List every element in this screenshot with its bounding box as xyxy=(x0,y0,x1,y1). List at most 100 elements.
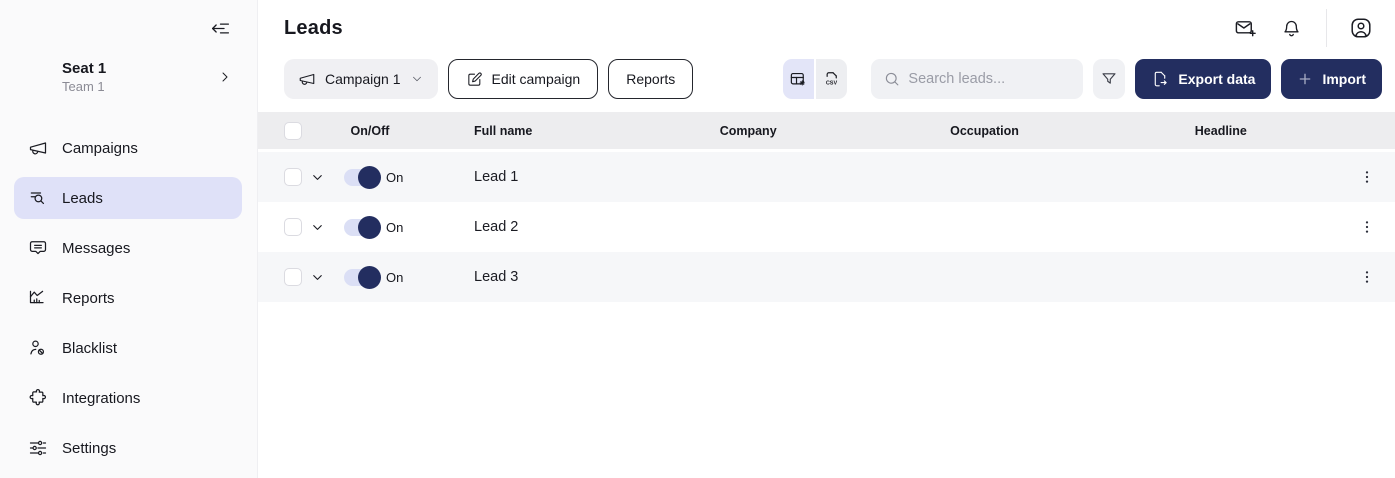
puzzle-icon xyxy=(28,388,48,408)
sidebar: Seat 1 Team 1 Campaigns Leads Messages xyxy=(0,0,258,478)
search-container xyxy=(871,59,1083,99)
edit-campaign-label: Edit campaign xyxy=(492,71,581,87)
lead-toggle[interactable] xyxy=(344,169,378,186)
table-header-row: On/Off Full name Company Occupation Head… xyxy=(258,112,1395,149)
sidebar-item-label: Messages xyxy=(62,240,130,257)
header-divider xyxy=(1326,9,1327,47)
import-button[interactable]: Import xyxy=(1281,59,1382,99)
plus-icon xyxy=(1297,71,1313,87)
import-label: Import xyxy=(1322,71,1366,87)
table-view-button[interactable] xyxy=(783,59,814,99)
filter-button[interactable] xyxy=(1093,59,1125,99)
search-input[interactable] xyxy=(871,59,1083,99)
lead-toggle[interactable] xyxy=(344,269,378,286)
sidebar-item-label: Integrations xyxy=(62,390,140,407)
view-switcher: CSV xyxy=(783,59,847,99)
export-data-label: Export data xyxy=(1178,71,1255,87)
reports-button-label: Reports xyxy=(626,71,675,87)
toggle-state-label: On xyxy=(386,170,403,185)
invite-button[interactable] xyxy=(1228,11,1263,46)
sidebar-item-label: Reports xyxy=(62,290,115,307)
column-header-headline: Headline xyxy=(1103,124,1339,138)
sidebar-nav: Campaigns Leads Messages Reports Blackli… xyxy=(0,127,257,469)
expand-row-button[interactable] xyxy=(308,218,327,237)
top-header: Leads xyxy=(258,0,1395,56)
row-checkbox[interactable] xyxy=(284,168,302,186)
chevron-down-icon xyxy=(410,72,424,86)
csv-text: CSV xyxy=(826,80,838,86)
avatar-icon xyxy=(1349,16,1373,40)
sidebar-item-integrations[interactable]: Integrations xyxy=(14,377,242,419)
table-body: On Lead 1 xyxy=(258,152,1395,302)
toggle-state-label: On xyxy=(386,220,403,235)
sidebar-item-settings[interactable]: Settings xyxy=(14,427,242,469)
toolbar: Campaign 1 Edit campaign Reports CSV xyxy=(258,56,1395,99)
table-row: On Lead 1 xyxy=(258,152,1395,202)
chevron-down-icon xyxy=(310,170,325,185)
select-all-checkbox[interactable] xyxy=(284,122,302,140)
csv-view-button[interactable]: CSV xyxy=(816,59,847,99)
collapse-sidebar-button[interactable] xyxy=(208,16,233,41)
table-row: On Lead 3 xyxy=(258,252,1395,302)
megaphone-icon xyxy=(28,138,48,158)
leads-search-icon xyxy=(28,188,48,208)
sidebar-item-blacklist[interactable]: Blacklist xyxy=(14,327,242,369)
column-header-full-name: Full name xyxy=(410,124,630,138)
export-file-icon xyxy=(1151,70,1169,88)
sidebar-item-label: Settings xyxy=(62,440,116,457)
sidebar-item-label: Leads xyxy=(62,190,103,207)
csv-file-icon: CSV xyxy=(822,70,841,89)
seat-selector[interactable]: Seat 1 Team 1 xyxy=(0,55,257,99)
toggle-state-label: On xyxy=(386,270,403,285)
sidebar-item-label: Blacklist xyxy=(62,340,117,357)
user-block-icon xyxy=(28,338,48,358)
expand-row-button[interactable] xyxy=(308,168,327,187)
chat-bubble-icon xyxy=(28,238,48,258)
lead-full-name: Lead 3 xyxy=(410,269,630,285)
collapse-sidebar-icon xyxy=(210,18,231,39)
export-data-button[interactable]: Export data xyxy=(1135,59,1271,99)
sidebar-item-campaigns[interactable]: Campaigns xyxy=(14,127,242,169)
bell-icon xyxy=(1281,18,1302,39)
kebab-icon xyxy=(1359,219,1375,235)
lead-toggle[interactable] xyxy=(344,219,378,236)
table-row: On Lead 2 xyxy=(258,202,1395,252)
edit-campaign-button[interactable]: Edit campaign xyxy=(448,59,599,99)
leads-table: On/Off Full name Company Occupation Head… xyxy=(258,112,1395,302)
seat-title: Seat 1 xyxy=(62,60,106,77)
lead-full-name: Lead 2 xyxy=(410,219,630,235)
page-title: Leads xyxy=(284,17,343,40)
table-settings-icon xyxy=(789,70,808,89)
notifications-button[interactable] xyxy=(1275,12,1308,45)
seat-subtitle: Team 1 xyxy=(62,79,106,94)
chevron-down-icon xyxy=(310,270,325,285)
sidebar-item-label: Campaigns xyxy=(62,140,138,157)
funnel-icon xyxy=(1100,70,1118,88)
row-menu-button[interactable] xyxy=(1355,165,1379,189)
row-menu-button[interactable] xyxy=(1355,265,1379,289)
megaphone-icon xyxy=(298,70,316,88)
main-content: Leads Campaig xyxy=(258,0,1395,478)
search-icon xyxy=(883,70,901,88)
row-menu-button[interactable] xyxy=(1355,215,1379,239)
lead-full-name: Lead 1 xyxy=(410,169,630,185)
column-header-company: Company xyxy=(630,124,866,138)
account-button[interactable] xyxy=(1343,10,1379,46)
chevron-right-icon xyxy=(217,69,233,85)
campaign-selector-label: Campaign 1 xyxy=(325,71,401,87)
row-checkbox[interactable] xyxy=(284,218,302,236)
sidebar-item-leads[interactable]: Leads xyxy=(14,177,242,219)
edit-pencil-icon xyxy=(466,71,483,88)
row-checkbox[interactable] xyxy=(284,268,302,286)
kebab-icon xyxy=(1359,169,1375,185)
chevron-down-icon xyxy=(310,220,325,235)
sidebar-item-reports[interactable]: Reports xyxy=(14,277,242,319)
reports-button[interactable]: Reports xyxy=(608,59,693,99)
chart-icon xyxy=(28,288,48,308)
mail-plus-icon xyxy=(1234,17,1257,40)
column-header-occupation: Occupation xyxy=(866,124,1102,138)
sidebar-item-messages[interactable]: Messages xyxy=(14,227,242,269)
expand-row-button[interactable] xyxy=(308,268,327,287)
kebab-icon xyxy=(1359,269,1375,285)
campaign-selector[interactable]: Campaign 1 xyxy=(284,59,438,99)
